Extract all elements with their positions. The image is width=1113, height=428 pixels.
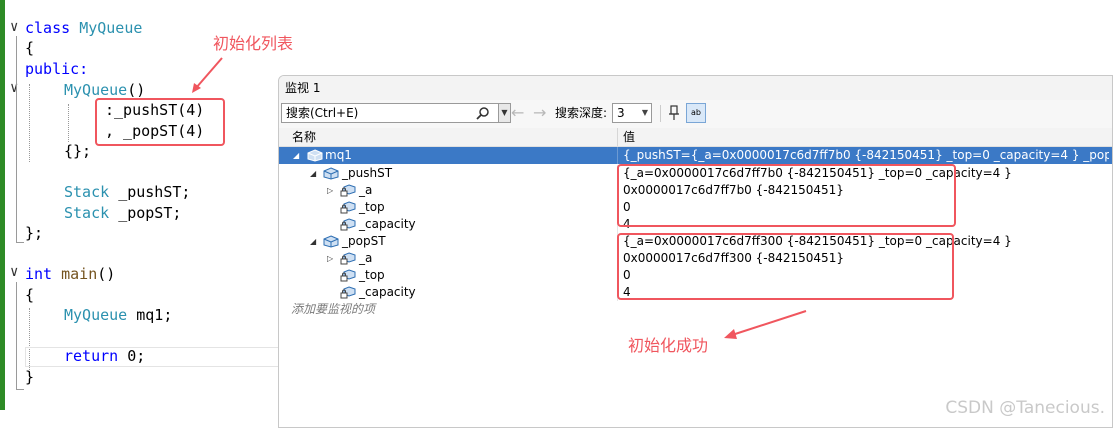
private-member-icon — [340, 252, 356, 265]
hex-display-toggle[interactable]: ab — [686, 103, 706, 123]
search-icon[interactable] — [476, 106, 490, 120]
code-line-8: Stack _pushST; — [64, 183, 191, 201]
watermark: CSDN @Tanecious. — [945, 398, 1105, 418]
type-stack: Stack — [64, 204, 110, 222]
code-line-14: return 0; — [64, 347, 146, 365]
private-member-icon — [340, 218, 356, 231]
chevron-down-icon: ▼ — [641, 108, 648, 117]
collapsed-icon[interactable]: ▷ — [327, 182, 333, 199]
search-previous-icon[interactable]: ← — [511, 104, 524, 122]
member-object-icon — [323, 235, 339, 248]
fold-toggle-class[interactable]: ∨ — [10, 19, 18, 35]
indent-guide — [68, 104, 69, 142]
private-member-icon — [340, 201, 356, 214]
watch-search-value: 搜索(Ctrl+E) — [286, 106, 359, 120]
fold-end-main — [16, 389, 24, 390]
code-line-1: class MyQueue — [25, 18, 142, 38]
watch-row-name: _capacity — [359, 285, 416, 299]
column-name-header[interactable]: 名称 — [292, 128, 316, 146]
fold-toggle-main[interactable]: ∨ — [10, 264, 18, 280]
init-list-annotation: 初始化列表 — [213, 34, 294, 53]
fold-range-class — [16, 36, 17, 242]
column-resize-handle[interactable] — [617, 128, 618, 146]
code-line-7: {}; — [64, 142, 92, 160]
code-line-15: } — [25, 368, 35, 386]
member-object-icon — [323, 167, 339, 180]
watch-row-name: _a — [359, 251, 373, 265]
search-dropdown-icon[interactable]: ▼ — [499, 103, 511, 123]
search-next-icon[interactable]: → — [533, 104, 546, 122]
watch-column-header: 名称 值 — [279, 128, 1112, 147]
pin-icon[interactable] — [667, 104, 681, 122]
code-line-9: Stack _popST; — [64, 204, 182, 222]
init-success-arrow-icon — [724, 310, 807, 339]
function-main: main — [61, 265, 98, 283]
watch-row-name: _popST — [342, 234, 386, 248]
collapsed-icon[interactable]: ▷ — [327, 250, 333, 267]
object-icon — [307, 149, 323, 162]
private-member-icon — [340, 286, 356, 299]
constructor-name: MyQueue — [64, 81, 128, 99]
expanded-icon[interactable]: ◢ — [310, 165, 316, 182]
code-line-10: }; — [25, 224, 44, 242]
code-line-4: MyQueue() — [64, 81, 146, 99]
indent-guide — [29, 84, 30, 162]
code-line-2: { — [25, 39, 35, 57]
type-stack: Stack — [64, 183, 110, 201]
change-indicator-bar — [0, 0, 5, 410]
watch-row-name: _pushST — [342, 166, 393, 180]
expanded-icon[interactable]: ◢ — [293, 147, 299, 164]
watch-toolbar: 搜索(Ctrl+E) ▼ ← → 搜索深度: 3 ▼ ab — [279, 100, 1112, 128]
watch-row-mq1[interactable]: ◢ mq1 {_pushST={_a=0x0000017c6d7ff7b0 {-… — [279, 147, 1112, 164]
keyword-int: int — [25, 265, 53, 283]
watch-search-input[interactable]: 搜索(Ctrl+E) — [281, 103, 499, 123]
expanded-icon[interactable]: ◢ — [310, 233, 316, 250]
code-line-11: int main() — [25, 265, 116, 283]
watch-row-name: mq1 — [325, 148, 352, 162]
watch-row-name: _top — [359, 200, 385, 214]
private-member-icon — [340, 269, 356, 282]
watch-row-name: _top — [359, 268, 385, 282]
watch-row-value: {_pushST={_a=0x0000017c6d7ff7b0 {-842150… — [623, 148, 1109, 162]
watch-window-title[interactable]: 监视 1 — [279, 76, 1112, 100]
class-name: MyQueue — [79, 19, 143, 37]
search-depth-select[interactable]: 3 ▼ — [612, 103, 652, 123]
init-list-highlight-box — [95, 98, 225, 146]
keyword-return: return — [64, 347, 119, 365]
watch-row-name: _capacity — [359, 217, 416, 231]
fold-end-class — [16, 242, 24, 243]
row-divider — [617, 147, 618, 164]
init-list-arrow-icon — [192, 57, 223, 93]
type-myqueue: MyQueue — [64, 306, 128, 324]
popST-highlight-box — [617, 233, 954, 300]
fold-range-main — [16, 282, 17, 390]
column-value-header[interactable]: 值 — [623, 128, 635, 146]
keyword-class: class — [25, 19, 71, 37]
fold-toggle-ctor[interactable]: ∨ — [10, 80, 18, 96]
code-line-13: MyQueue mq1; — [64, 306, 173, 324]
pushST-highlight-box — [617, 164, 956, 227]
watch-row-name: _a — [359, 183, 373, 197]
search-depth-label: 搜索深度: — [555, 106, 608, 120]
toolbar-divider — [660, 105, 661, 122]
init-success-annotation: 初始化成功 — [628, 336, 709, 355]
keyword-public: public: — [25, 60, 89, 78]
add-watch-item-field[interactable]: 添加要监视的项 — [291, 300, 375, 317]
code-line-3: public: — [25, 59, 88, 79]
private-member-icon — [340, 184, 356, 197]
code-line-12: { — [25, 286, 35, 304]
